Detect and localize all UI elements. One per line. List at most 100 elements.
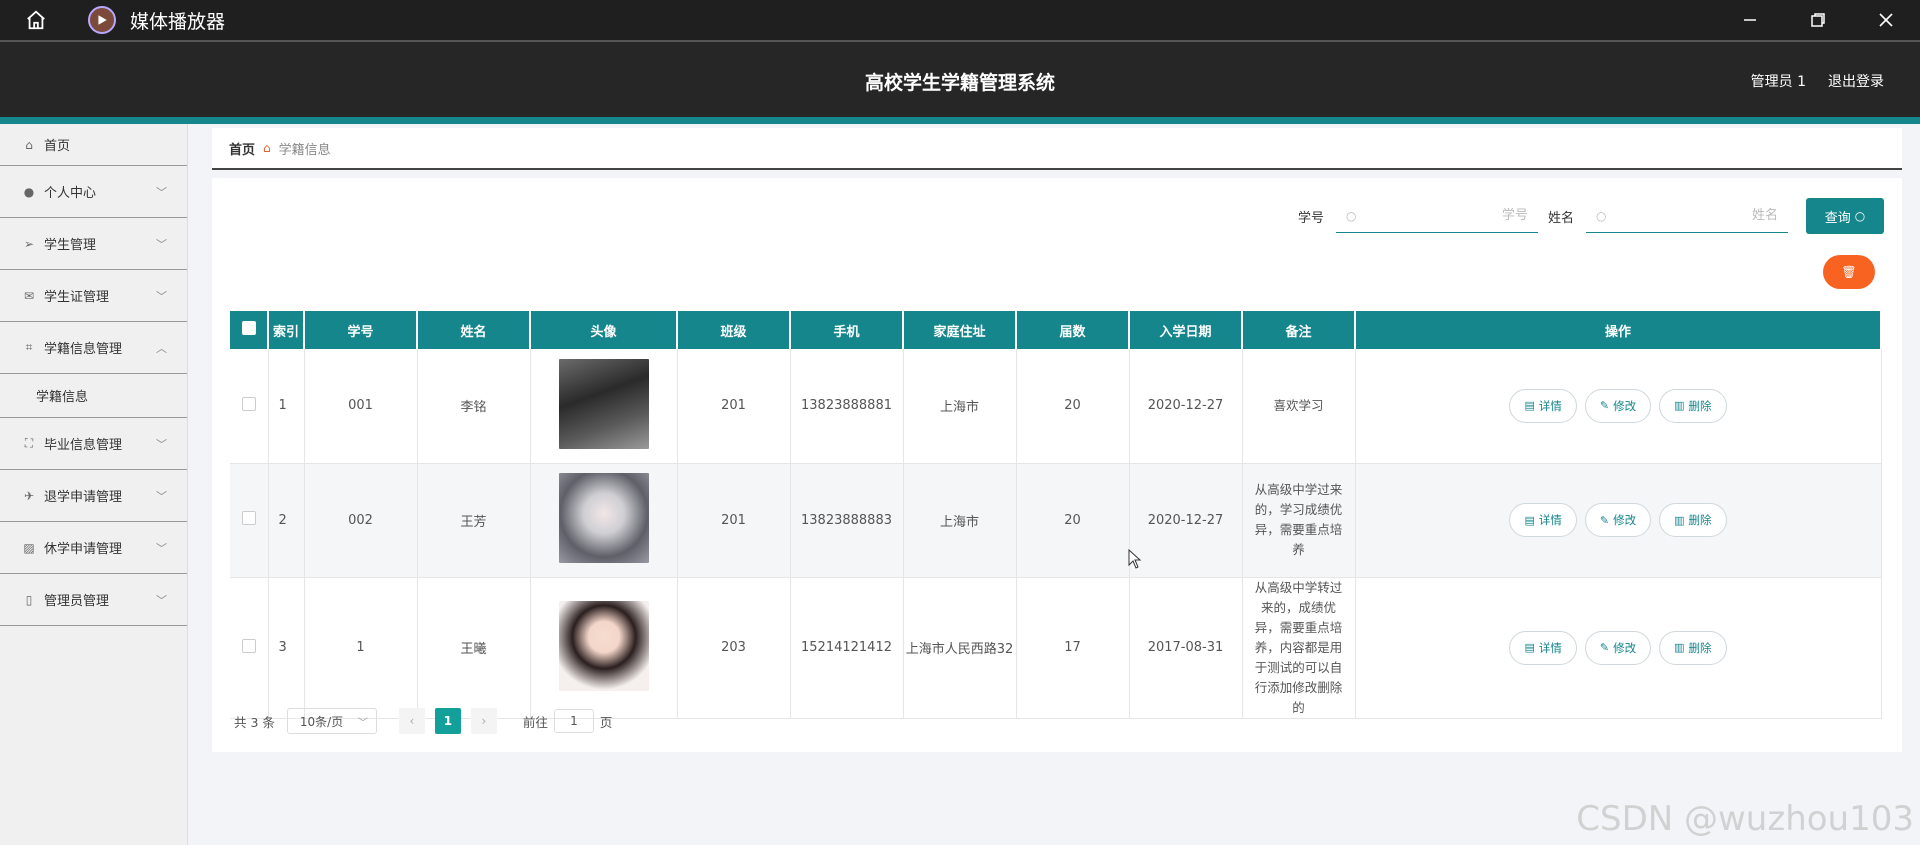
close-button[interactable] [1852,0,1920,41]
cell-note: 喜欢学习 [1242,349,1356,464]
edit-icon: ✎ [1599,513,1610,527]
cell-note: 从高级中学过来的，学习成绩优异，需要重点培养 [1242,463,1356,578]
goto-page-input[interactable]: 1 [553,709,594,733]
current-user[interactable]: 管理员 1 [1751,71,1806,91]
cell-phone: 13823888883 [790,463,904,578]
sidebar-item-graduation[interactable]: ⛶ 毕业信息管理 ﹀ [0,418,187,470]
document-icon: ▤ [1524,641,1535,654]
cell-note: 从高级中学转过来的，成绩优异，需要重点培养，内容都是用于测试的可以自行添加修改删… [1242,577,1356,719]
home-button[interactable] [0,0,72,41]
edit-button[interactable]: ✎ 修改 [1584,630,1652,665]
pagination: 共 3 条 10条/页 ﹀ ‹ 1 › 前往 1 页 [234,708,612,734]
window-titlebar: 媒体播放器 [0,0,1920,42]
sidebar-subitem-status-info[interactable]: 学籍信息 [0,374,187,418]
delete-label: 删除 [1688,513,1712,527]
trash-icon: 🗑 [1841,265,1857,279]
page-unit-label: 页 [599,714,613,730]
sidebar-item-label: 学生证管理 [44,290,110,305]
trash-icon: ▥ [1674,641,1685,654]
cell-name: 王曦 [417,577,531,719]
prev-page-button[interactable]: ‹ [398,708,425,734]
trash-icon: ▥ [1674,513,1685,527]
sidebar-item-withdrawal[interactable]: ✈ 退学申请管理 ﹀ [0,470,187,522]
cell-student-no: 002 [304,463,418,578]
document-icon: ▤ [1524,399,1535,413]
delete-button[interactable]: ▥ 删除 [1659,388,1727,423]
name-field: ○ [1586,199,1788,233]
detail-label: 详情 [1538,513,1562,527]
fullscreen-icon: ⛶ [24,436,34,450]
sidebar-item-profile[interactable]: ● 个人中心 ﹀ [0,166,187,218]
row-checkbox[interactable] [241,638,256,653]
sidebar-item-label: 管理员管理 [44,594,110,609]
chevron-down-icon: ﹀ [156,594,167,607]
select-all-checkbox[interactable] [241,321,256,335]
edit-label: 修改 [1613,513,1637,527]
delete-label: 删除 [1688,398,1712,413]
detail-button[interactable]: ▤ 详情 [1509,630,1577,665]
edit-icon: ✎ [1599,399,1610,413]
edit-icon: ✎ [1599,641,1610,654]
cell-index: 3 [268,577,305,719]
detail-label: 详情 [1538,640,1562,655]
chevron-up-icon: ︿ [156,342,167,355]
logout-link[interactable]: 退出登录 [1828,71,1884,91]
row-checkbox[interactable] [241,511,256,525]
query-button[interactable]: 查询 ○ [1806,198,1884,234]
cell-address: 上海市人民西路32 [903,577,1017,719]
detail-button[interactable]: ▤ 详情 [1509,388,1577,423]
header-accent-bar [0,117,1920,124]
column-header: 届数 [1016,311,1130,349]
window-title: 媒体播放器 [130,10,226,33]
name-label: 姓名 [1547,210,1574,226]
page-size-select[interactable]: 10条/页 ﹀ [286,708,377,734]
avatar [558,600,649,691]
sidebar-item-admins[interactable]: ▯ 管理员管理 ﹀ [0,574,187,626]
query-button-label: 查询 [1824,210,1851,226]
detail-button[interactable]: ▤ 详情 [1509,503,1577,537]
delete-button[interactable]: ▥ 删除 [1659,630,1727,665]
next-page-button[interactable]: › [470,708,497,734]
sidebar-item-status-info[interactable]: ⌗ 学籍信息管理 ︿ [0,322,187,374]
trash-icon: ▥ [1674,399,1685,413]
sidebar-item-suspension[interactable]: ▨ 休学申请管理 ﹀ [0,522,187,574]
sidebar-item-label: 首页 [44,139,71,154]
sidebar-item-student-card[interactable]: ✉ 学生证管理 ﹀ [0,270,187,322]
chevron-left-icon: ‹ [409,714,415,728]
sidebar-item-students[interactable]: ➢ 学生管理 ﹀ [0,218,187,270]
sidebar-item-label: 毕业信息管理 [44,438,123,453]
delete-button[interactable]: ▥ 删除 [1659,503,1727,537]
edit-label: 修改 [1613,640,1637,655]
search-bar: 学号 ○ 姓名 ○ 查询 ○ [1298,198,1884,234]
name-input[interactable] [1606,208,1778,223]
breadcrumb-home[interactable]: 首页 [229,139,255,158]
paper-plane-icon: ✈ [23,488,35,503]
chart-icon: ▨ [23,540,35,555]
breadcrumb: 首页 ⌂ 学籍信息 [212,128,1902,170]
system-title: 高校学生学籍管理系统 [864,72,1055,94]
column-header: 索引 [268,311,305,349]
cell-date: 2017-08-31 [1129,577,1243,719]
sidebar-item-home[interactable]: ⌂ 首页 [0,124,187,166]
edit-button[interactable]: ✎ 修改 [1584,388,1652,423]
student-status-table: 索引 学号 姓名 头像 班级 手机 家庭住址 届数 入学日期 备注 操作 1 0… [230,311,1882,719]
student-no-input[interactable] [1356,208,1528,223]
batch-delete-button[interactable]: 🗑 [1823,255,1875,289]
document-icon: ▤ [1524,513,1535,527]
media-player-icon [88,6,116,34]
edit-label: 修改 [1613,398,1637,413]
cell-phone: 13823888881 [790,349,904,464]
table-header-row: 索引 学号 姓名 头像 班级 手机 家庭住址 届数 入学日期 备注 操作 [230,311,1882,349]
restore-button[interactable] [1784,0,1852,41]
student-no-field: ○ [1335,199,1538,233]
page-button[interactable]: 1 [434,708,461,734]
close-icon [1879,13,1893,27]
row-checkbox[interactable] [241,396,256,411]
column-header: 班级 [677,311,791,349]
column-header: 操作 [1355,311,1882,349]
edit-button[interactable]: ✎ 修改 [1584,503,1652,537]
search-icon: ○ [1854,209,1866,223]
sidebar-item-label: 退学申请管理 [44,490,123,505]
total-count: 共 3 条 [234,714,275,730]
minimize-button[interactable] [1716,0,1784,41]
